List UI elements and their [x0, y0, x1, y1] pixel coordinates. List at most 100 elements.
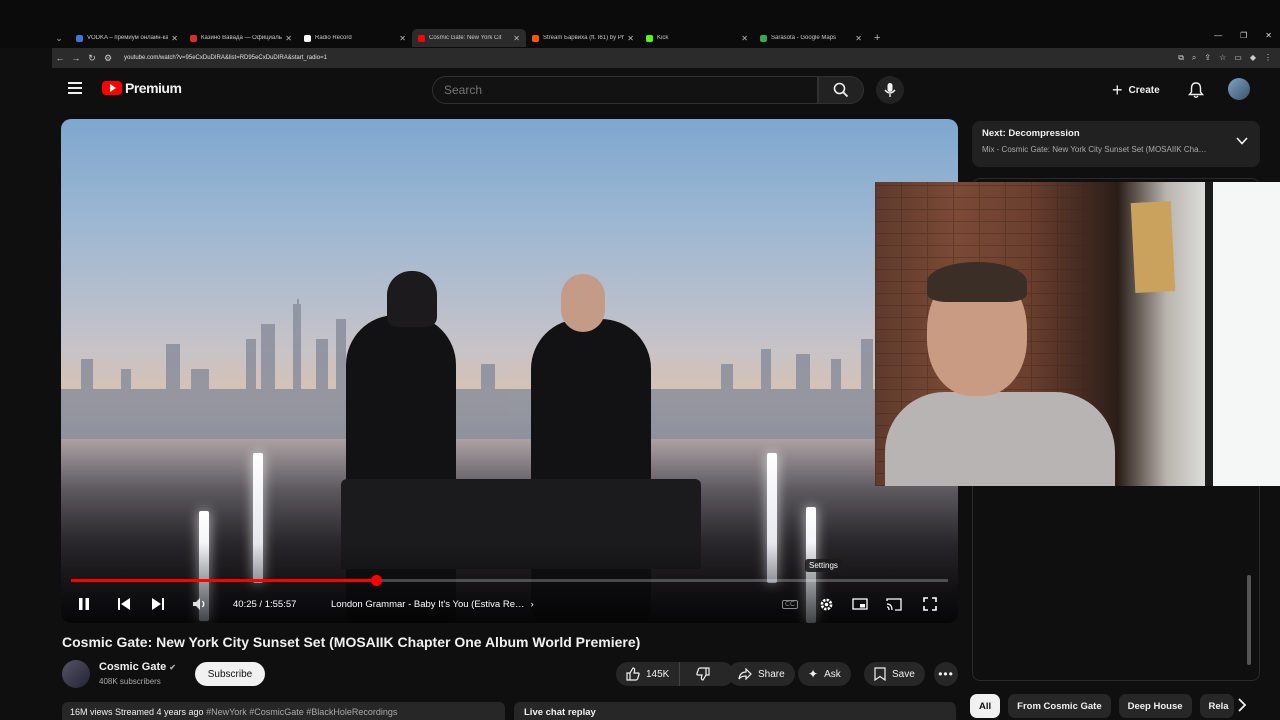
dislike-button[interactable] [686, 662, 720, 686]
browser-tab[interactable]: Kick ✕ [640, 29, 754, 47]
like-button[interactable]: 145K [616, 662, 681, 686]
tab-close-icon[interactable]: ✕ [741, 34, 748, 43]
video-player[interactable]: Settings 40:25 / 1:55:57 London Grammar … [61, 119, 958, 623]
chapter-title[interactable]: London Grammar - Baby It's You (Estiva R… [331, 593, 534, 615]
subscribe-button[interactable]: Subscribe [195, 662, 265, 686]
wall-poster [1130, 201, 1176, 293]
create-button[interactable]: + Create [1112, 78, 1160, 102]
share-page-icon[interactable]: ⇪ [1204, 53, 1211, 63]
chevron-down-icon[interactable] [1236, 137, 1248, 145]
progress-bar[interactable] [71, 575, 948, 586]
open-in-app-icon[interactable]: ⧉ [1178, 53, 1184, 63]
new-tab-plus-icon[interactable]: + [874, 32, 880, 44]
browser-tab[interactable]: Stream Барвиха (ft. I61) by Pha ✕ [526, 29, 640, 47]
tab-container: VODKA – премиум онлайн-казино✕Казино Вав… [70, 29, 868, 47]
browser-tab[interactable]: Cosmic Gate: New York Cit ✕ [412, 29, 526, 47]
notifications-bell-icon[interactable] [1188, 81, 1204, 99]
volume-button[interactable] [189, 593, 211, 615]
browser-tab[interactable]: VODKA – премиум онлайн-казино✕ [70, 29, 184, 47]
ask-label: Ask [824, 668, 841, 680]
reload-icon[interactable]: ↻ [84, 53, 100, 64]
bookmark-star-icon[interactable]: ☆ [1219, 53, 1226, 63]
pause-button[interactable] [73, 593, 95, 615]
browser-tab[interactable]: Казино Вавада — Официальный✕ [184, 29, 298, 47]
channel-name[interactable]: Cosmic Gate ✔ [99, 661, 176, 673]
restore-icon[interactable]: ❐ [1240, 31, 1247, 40]
description-box[interactable]: 16M views Streamed 4 years ago #NewYork … [62, 702, 505, 720]
skip-previous-icon [118, 598, 130, 610]
forward-arrow-icon[interactable]: → [68, 53, 84, 63]
tab-close-icon[interactable]: ✕ [285, 34, 292, 43]
more-actions-button[interactable]: ••• [934, 662, 958, 686]
tab-list: ⌄ VODKA – премиум онлайн-казино✕Казино В… [52, 29, 880, 47]
settings-button[interactable] [815, 593, 837, 615]
dj-left-cap [387, 271, 437, 327]
tab-search-chevron-icon[interactable]: ⌄ [52, 31, 66, 45]
minimize-icon[interactable]: — [1214, 31, 1222, 40]
filter-chip[interactable]: All [970, 694, 1001, 718]
channel-avatar[interactable] [62, 660, 90, 688]
browser-tab[interactable]: Radio Record ✕ [298, 29, 412, 47]
share-button[interactable]: Share [728, 662, 795, 686]
search-button[interactable] [818, 76, 864, 104]
browser-menu-icon[interactable]: ⋮ [1264, 53, 1272, 63]
microphone-icon [884, 83, 896, 97]
up-next-playlist-header[interactable]: Next: Decompression Mix - Cosmic Gate: N… [972, 121, 1260, 167]
captions-icon: CC [781, 599, 799, 609]
profile-icon[interactable]: ◆ [1250, 53, 1256, 63]
chat-scrollbar[interactable] [1247, 575, 1251, 665]
filter-chip[interactable]: From Cosmic Gate [1008, 694, 1111, 718]
tab-favicon-icon [532, 34, 539, 42]
ask-button[interactable]: ✦ Ask [798, 662, 851, 686]
tab-close-icon[interactable]: ✕ [399, 34, 406, 43]
search-input[interactable] [432, 76, 818, 104]
chapter-title-text: London Grammar - Baby It's You (Estiva R… [331, 598, 525, 610]
miniplayer-button[interactable] [849, 593, 871, 615]
captions-button[interactable]: CC [779, 593, 801, 615]
browser-tab[interactable]: Sarasota - Google Maps ✕ [754, 29, 868, 47]
progress-fill [71, 579, 377, 582]
webcam-overlay [875, 182, 1280, 486]
cast-icon [886, 597, 902, 611]
like-count: 145K [646, 668, 670, 680]
next-button[interactable] [147, 593, 169, 615]
city-skyline-scene [61, 299, 958, 439]
back-arrow-icon[interactable]: ← [52, 53, 68, 63]
channel-name-text: Cosmic Gate [99, 661, 167, 673]
tab-close-icon[interactable]: ✕ [855, 34, 862, 43]
close-window-icon[interactable]: ✕ [1265, 31, 1272, 40]
zoom-icon[interactable]: ⌕ [1192, 53, 1196, 63]
thumbs-down-icon [696, 667, 710, 681]
guide-menu-icon[interactable] [68, 82, 82, 94]
previous-button[interactable] [113, 593, 135, 615]
live-chat-replay-bar[interactable]: Live chat replay [514, 702, 956, 720]
filter-chip[interactable]: Rela [1199, 694, 1234, 718]
voice-search-button[interactable] [876, 76, 904, 104]
settings-tooltip: Settings [805, 559, 842, 572]
tab-favicon-icon [760, 34, 767, 42]
fullscreen-button[interactable] [919, 593, 941, 615]
chips-next-arrow-icon[interactable] [1237, 698, 1247, 712]
like-dislike-group: 145K [616, 662, 734, 686]
tab-close-icon[interactable]: ✕ [513, 34, 520, 43]
save-button[interactable]: Save [864, 662, 925, 686]
cast-button[interactable] [883, 593, 905, 615]
filter-chip[interactable]: Deep House [1118, 694, 1192, 718]
tab-title: Stream Барвиха (ft. I61) by Pha [543, 35, 625, 41]
search-icon [833, 82, 849, 98]
tab-close-icon[interactable]: ✕ [171, 34, 178, 43]
tab-close-icon[interactable]: ✕ [627, 34, 634, 43]
time-display: 40:25 / 1:55:57 [233, 598, 297, 610]
sparkle-icon: ✦ [808, 667, 819, 681]
account-avatar[interactable] [1228, 78, 1250, 100]
url-field[interactable]: youtube.com/watch?v=95eCxDuDIRA&list=RD9… [124, 55, 1178, 61]
pause-icon [79, 598, 89, 610]
tab-title: VODKA – премиум онлайн-казино [87, 35, 169, 41]
site-info-icon[interactable]: ⚙ [100, 53, 116, 64]
related-filter-chips: All From Cosmic Gate Deep House Rela [970, 694, 1234, 718]
extensions-icon[interactable]: ▭ [1234, 53, 1242, 63]
hashtags[interactable]: #NewYork #CosmicGate #BlackHoleRecording… [206, 707, 397, 717]
subscriber-count: 408K subscribers [99, 677, 161, 686]
youtube-premium-logo[interactable]: Premium [102, 80, 182, 96]
more-horizontal-icon: ••• [938, 667, 954, 681]
